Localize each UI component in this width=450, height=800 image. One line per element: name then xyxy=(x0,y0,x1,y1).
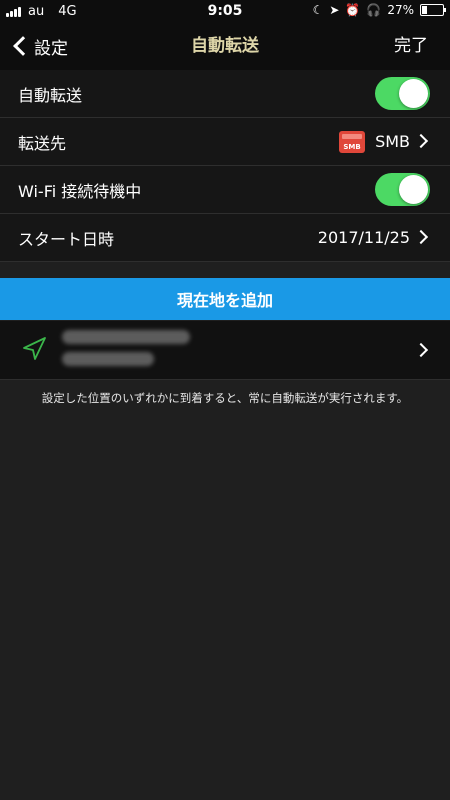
headphones-icon: 🎧 xyxy=(366,3,382,17)
location-list-item[interactable] xyxy=(0,321,450,380)
battery-fill xyxy=(422,6,428,14)
settings-list: 自動転送 転送先 SMB SMB Wi-Fi 接続待機中 スタート日時 2017… xyxy=(0,70,450,262)
moon-icon: ☾ xyxy=(312,3,324,17)
auto-transfer-toggle[interactable] xyxy=(375,77,430,110)
obscured-address-line xyxy=(62,352,154,366)
start-date-value-group: 2017/11/25 xyxy=(318,228,410,247)
page-title: 自動転送 xyxy=(191,36,259,56)
destination-label: 転送先 xyxy=(18,133,67,153)
wifi-wait-toggle[interactable] xyxy=(375,173,430,206)
battery-percent: 27% xyxy=(387,3,414,17)
start-date-label: スタート日時 xyxy=(18,229,115,249)
auto-transfer-label: 自動転送 xyxy=(18,85,83,105)
location-arrow-icon xyxy=(23,337,46,360)
wifi-wait-row: Wi-Fi 接続待機中 xyxy=(0,166,450,214)
done-button[interactable]: 完了 xyxy=(394,22,428,70)
nav-bar: 設定 自動転送 完了 xyxy=(0,22,450,70)
destination-row[interactable]: 転送先 SMB SMB xyxy=(0,118,450,166)
toggle-knob xyxy=(399,79,428,108)
wifi-wait-label: Wi-Fi 接続待機中 xyxy=(18,181,142,201)
location-arrow-icon: ➤ xyxy=(329,3,340,17)
chevron-right-icon xyxy=(413,133,429,149)
screen: au 4G 9:05 ☾ ➤ ⏰ 🎧 27% 設定 自動転送 完了 自動転送 転… xyxy=(0,0,450,800)
add-current-location-button[interactable]: 現在地を追加 xyxy=(0,278,450,320)
auto-transfer-row: 自動転送 xyxy=(0,70,450,118)
alarm-icon: ⏰ xyxy=(345,3,361,17)
start-date-value: 2017/11/25 xyxy=(317,228,410,247)
destination-value-group: SMB SMB xyxy=(339,130,410,153)
status-right: ☾ ➤ ⏰ 🎧 27% xyxy=(307,3,446,17)
start-date-row[interactable]: スタート日時 2017/11/25 xyxy=(0,214,450,262)
chevron-right-icon xyxy=(413,229,429,245)
footer-note: 設定した位置のいずれかに到着すると、常に自動転送が実行されます。 xyxy=(41,391,409,405)
smb-drive-icon: SMB xyxy=(339,130,366,153)
obscured-address-line xyxy=(62,330,190,344)
chevron-right-icon xyxy=(413,342,429,358)
toggle-knob xyxy=(399,175,428,204)
smb-icon-text: SMB xyxy=(343,142,361,151)
destination-value: SMB xyxy=(375,132,410,151)
battery-icon xyxy=(420,4,446,16)
status-bar: au 4G 9:05 ☾ ➤ ⏰ 🎧 27% xyxy=(0,0,450,22)
